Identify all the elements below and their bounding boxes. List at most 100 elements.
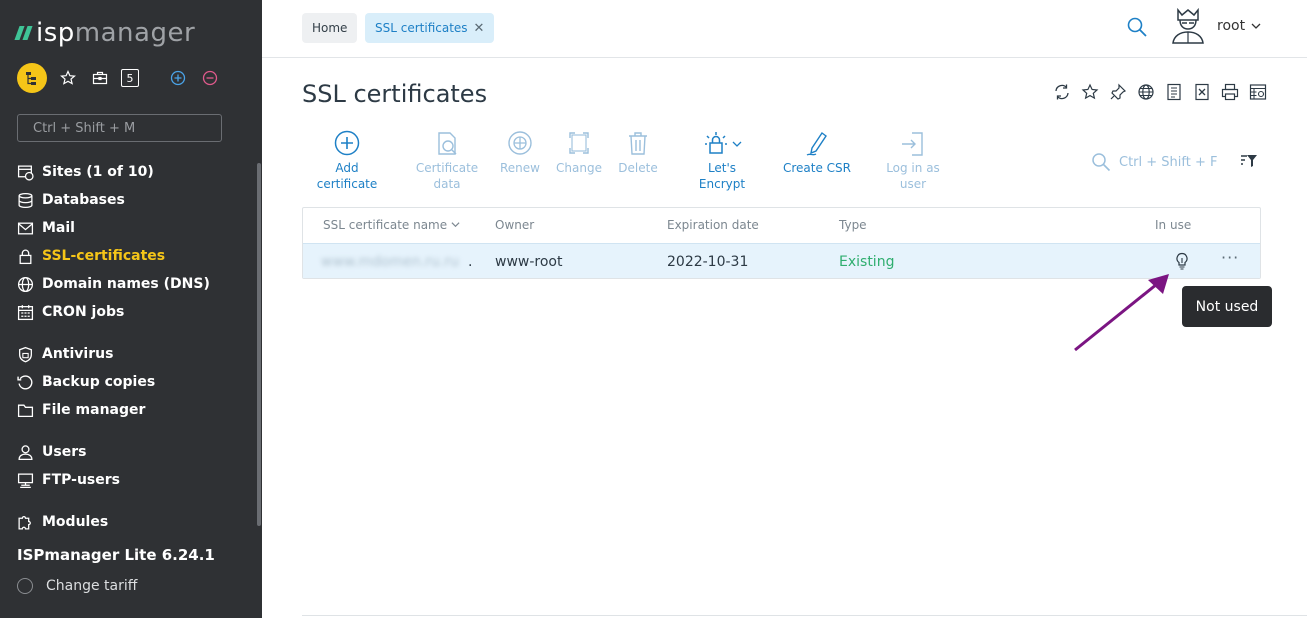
chevron-down-icon [732,141,742,147]
sort-chevron-icon [451,222,460,228]
column-header-type[interactable]: Type [839,218,867,232]
table-settings-button[interactable] [1248,82,1268,102]
sidebar-item-file-manager[interactable]: File manager [17,399,145,421]
collapse-all-button[interactable] [199,67,221,89]
menu-search-input[interactable] [17,114,222,142]
pin-button[interactable] [1108,82,1128,102]
add-certificate-button[interactable]: Add certificate [314,130,380,192]
puzzle-icon [18,515,31,530]
bulb-icon [1176,252,1188,270]
search-icon [1092,153,1111,172]
sidebar-item-ftp-users[interactable]: FTP-users [17,469,120,491]
sidebar-item-databases[interactable]: Databases [17,189,125,211]
column-header-expiration[interactable]: Expiration date [667,218,759,232]
table-search-placeholder: Ctrl + Shift + F [1119,154,1218,170]
log-in-as-user-button[interactable]: Log in as user [878,130,948,192]
log-in-as-user-label: Log in as user [886,161,940,191]
user-avatar-icon [1172,7,1204,44]
sidebar-item-label: Modules [42,514,109,530]
certificate-data-label: Certificate data [415,161,479,191]
global-search-button[interactable] [1126,16,1148,42]
excel-icon [1195,83,1209,101]
sidebar-item-label: Domain names (DNS) [42,276,210,292]
column-header-owner[interactable]: Owner [495,218,534,232]
sidebar-item-label: SSL-certificates [42,248,166,264]
ftp-icon [17,472,34,488]
favorites-button[interactable] [57,67,79,89]
row-actions-menu[interactable]: ··· [1221,248,1239,267]
trash-icon [629,132,647,155]
delete-button[interactable]: Delete [613,130,663,176]
breadcrumb-home[interactable]: Home [302,13,358,43]
export-excel-button[interactable] [1192,82,1212,102]
sidebar-item-label: Users [42,444,87,460]
column-header-name[interactable]: SSL certificate name [323,218,460,232]
printer-icon [1221,83,1239,101]
sidebar-item-mail[interactable]: Mail [17,217,75,239]
sidebar-item-dns[interactable]: Domain names (DNS) [17,273,210,295]
refresh-button[interactable] [1052,82,1072,102]
sidebar-item-label: Sites (1 of 10) [42,164,154,180]
search-icon [1127,17,1147,37]
print-button[interactable] [1220,82,1240,102]
page-title: SSL certificates [302,80,488,108]
expand-all-button[interactable] [167,67,189,89]
renew-icon [508,131,532,155]
edit-frame-icon [569,132,589,154]
logo[interactable]: ispmanager [14,18,195,48]
briefcase-icon [92,71,108,85]
cell-type: Existing [839,254,895,270]
certificate-data-button[interactable]: Certificate data [414,130,480,192]
globe-icon [17,276,34,292]
tariff-icon [17,578,33,594]
sidebar-item-label: Antivirus [42,346,114,362]
create-csr-button[interactable]: Create CSR [782,130,852,176]
notifications-counter[interactable]: 5 [121,69,139,87]
tooltip: Not used [1182,286,1272,327]
language-button[interactable] [1136,82,1156,102]
certificate-edit-icon [438,132,457,155]
breadcrumb-current-tab[interactable]: SSL certificates ✕ [365,13,495,43]
column-header-in-use[interactable]: In use [1155,218,1191,232]
refresh-icon [1055,84,1069,100]
sidebar-item-users[interactable]: Users [17,441,86,463]
table-search[interactable]: Ctrl + Shift + F [1091,152,1217,172]
change-tariff-link[interactable]: Change tariff [17,578,137,594]
user-menu[interactable]: root [1217,18,1261,34]
docs-button[interactable] [1164,82,1184,102]
change-tariff-label: Change tariff [46,578,138,594]
delete-label: Delete [618,161,658,175]
renew-label: Renew [500,161,540,175]
change-button[interactable]: Change [554,130,604,176]
menu-tree-button[interactable] [17,63,47,93]
sidebar-item-modules[interactable]: Modules [17,511,108,533]
sidebar-item-antivirus[interactable]: Antivirus [17,343,113,365]
lets-encrypt-button[interactable]: Let's Encrypt [691,130,753,192]
sidebar-item-backup[interactable]: Backup copies [17,371,155,393]
tasks-button[interactable] [89,67,111,89]
filter-button[interactable] [1240,153,1258,173]
filter-icon [1241,155,1257,167]
plus-circle-icon [170,70,186,86]
close-tab-icon[interactable]: ✕ [474,21,485,36]
star-icon [60,70,76,85]
cell-name-truncation: . [468,254,473,270]
sidebar-item-ssl-certificates[interactable]: SSL-certificates [17,245,165,267]
lock-icon [19,249,32,264]
table-settings-icon [1249,84,1267,100]
folder-icon [17,404,34,417]
add-to-favorites-button[interactable] [1080,82,1100,102]
chevron-down-icon [1251,23,1261,29]
sidebar-item-sites[interactable]: Sites (1 of 10) [17,161,154,183]
pen-icon [806,131,827,156]
avatar[interactable] [1168,7,1208,44]
cell-certificate-name: www.mdomen.ru.ru [321,254,459,270]
shield-icon [19,346,32,362]
pin-icon [1110,83,1127,100]
renew-button[interactable]: Renew [495,130,545,176]
sidebar-item-cron[interactable]: CRON jobs [17,301,124,323]
change-label: Change [556,161,602,175]
top-bar: Home SSL certificates ✕ root [262,0,1307,58]
sidebar-item-label: CRON jobs [42,304,125,320]
sidebar-scrollbar[interactable] [257,163,261,526]
